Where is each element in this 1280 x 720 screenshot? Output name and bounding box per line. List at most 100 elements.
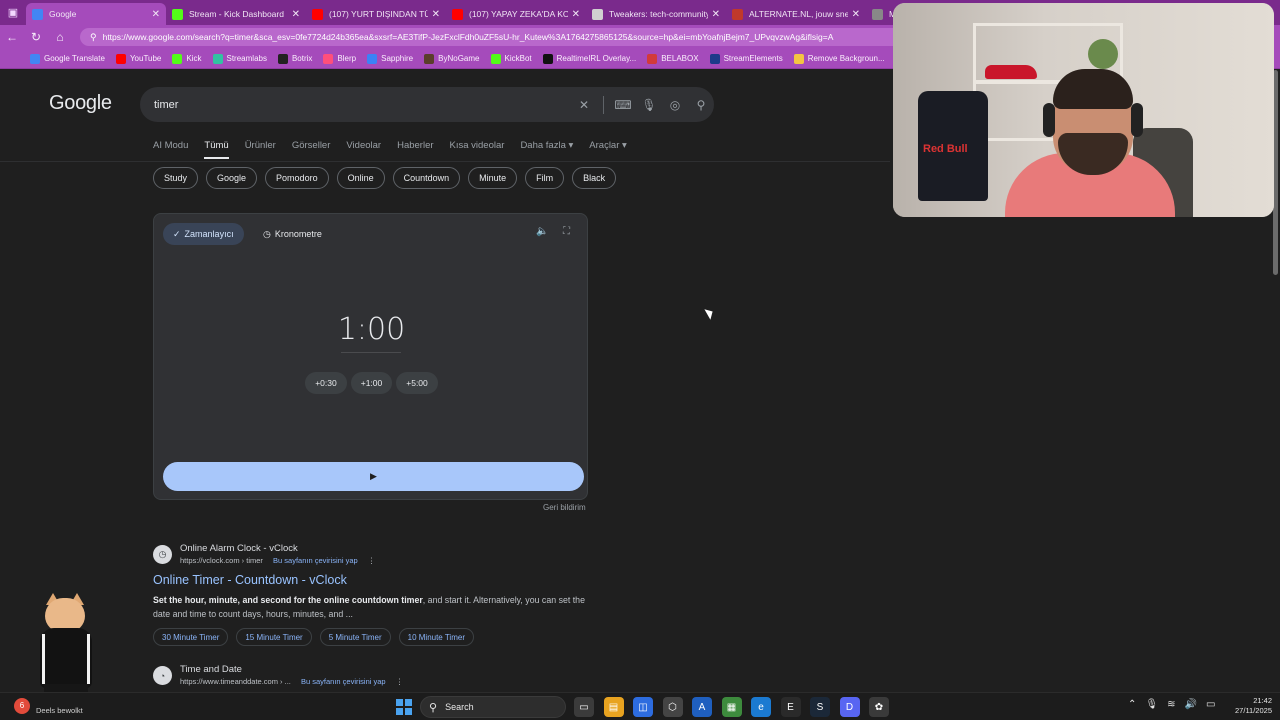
translate-link[interactable]: Bu sayfanın çevirisini yap xyxy=(301,677,386,686)
browser-tab[interactable]: (107) YURT DIŞINDAN TÜRK ✕ xyxy=(306,3,446,25)
url-field[interactable]: ⚲ https://www.google.com/search?q=timer&… xyxy=(80,28,920,46)
task-view-icon[interactable]: ▭ xyxy=(574,697,594,717)
minecraft-icon[interactable]: ▦ xyxy=(721,697,742,717)
google-logo[interactable]: Google xyxy=(49,92,112,115)
refine-chip[interactable]: Black xyxy=(572,167,617,189)
refine-chip[interactable]: Google xyxy=(206,167,258,189)
store-icon[interactable]: ◫ xyxy=(633,697,653,717)
start-icon[interactable] xyxy=(396,699,412,715)
refine-chip[interactable]: Pomodoro xyxy=(265,167,329,189)
result-url-text[interactable]: https://vclock.com › timer xyxy=(180,556,263,565)
volume-icon[interactable]: 🔊 xyxy=(1184,699,1196,710)
taskbar-clock[interactable]: 21:42 27/11/2025 xyxy=(1220,696,1272,716)
browser-tab[interactable]: (107) YAPAY ZEKA'DA KORK ✕ xyxy=(446,3,586,25)
search-icon[interactable]: ⚲ xyxy=(688,98,714,112)
translate-link[interactable]: Bu sayfanın çevirisini yap xyxy=(273,556,358,565)
tab-timer[interactable]: ✓ Zamanlayıcı xyxy=(163,223,244,245)
result-title[interactable]: Online Timer - Countdown - vClock xyxy=(153,573,347,587)
result-sublink[interactable]: 10 Minute Timer xyxy=(398,628,474,646)
keyboard-icon[interactable]: ⌨ xyxy=(610,98,636,112)
more-options-icon[interactable]: ⋮ xyxy=(368,556,376,565)
refine-chip[interactable]: Film xyxy=(525,167,565,189)
lens-icon[interactable]: ◎ xyxy=(662,98,688,112)
nav-tab[interactable]: Araçlar ▾ xyxy=(589,140,627,159)
clear-icon[interactable]: ✕ xyxy=(571,98,597,112)
weather-widget[interactable]: 6 Deels bewolkt xyxy=(14,696,83,715)
result-site-name[interactable]: Time and Date xyxy=(180,664,242,675)
tab-stopwatch[interactable]: ◷ Kronometre xyxy=(259,223,326,245)
taskbar-search[interactable]: ⚲ Search xyxy=(420,696,566,718)
close-icon[interactable]: ✕ xyxy=(852,9,860,20)
wifi-icon[interactable]: ≋ xyxy=(1167,699,1175,710)
refine-chip[interactable]: Countdown xyxy=(392,167,461,189)
bookmark-item[interactable]: Google Translate xyxy=(30,53,105,64)
close-icon[interactable]: ✕ xyxy=(292,9,300,20)
bookmark-item[interactable]: YouTube xyxy=(115,53,161,64)
bookmark-item[interactable]: RealtimeIRL Overlay... xyxy=(542,53,636,64)
tab-actions-icon[interactable]: ▣ xyxy=(0,0,26,25)
result-sublink[interactable]: 15 Minute Timer xyxy=(236,628,312,646)
battery-icon[interactable]: ▭ xyxy=(1206,699,1215,710)
edge-icon[interactable]: e xyxy=(751,697,771,717)
nav-tab[interactable]: Kısa videolar xyxy=(450,140,505,159)
nav-tab[interactable]: Görseller xyxy=(292,140,331,159)
result-url-text[interactable]: https://www.timeanddate.com › ... xyxy=(180,677,291,686)
nav-tab[interactable]: Videolar xyxy=(346,140,381,159)
browser-tab[interactable]: Stream - Kick Dashboard ✕ xyxy=(166,3,306,25)
bookmark-item[interactable]: Streamlabs xyxy=(212,53,267,64)
bookmark-item[interactable]: Kick xyxy=(172,53,202,64)
bookmark-item[interactable]: StreamElements xyxy=(709,53,783,64)
bookmark-item[interactable]: Blerp xyxy=(323,53,356,64)
microphone-icon[interactable]: 🎙 xyxy=(636,98,662,112)
result-sublink[interactable]: 5 Minute Timer xyxy=(319,628,391,646)
refine-chip[interactable]: Online xyxy=(336,167,385,189)
refresh-icon[interactable]: ↻ xyxy=(24,30,48,44)
file-explorer-icon[interactable]: ▤ xyxy=(603,697,624,717)
close-icon[interactable]: ✕ xyxy=(152,9,160,20)
add-time-button[interactable]: +1:00 xyxy=(350,372,393,394)
bookmark-item[interactable]: BELABOX xyxy=(647,53,699,64)
search-box[interactable]: timer ✕ ⌨ 🎙 ◎ ⚲ xyxy=(140,87,714,122)
steam-icon[interactable]: S xyxy=(810,697,830,717)
close-icon[interactable]: ✕ xyxy=(432,9,440,20)
bookmark-item[interactable]: Botrix xyxy=(277,53,312,64)
azure-icon[interactable]: A xyxy=(692,697,712,717)
start-button[interactable]: ▶ xyxy=(163,462,584,491)
close-icon[interactable]: ✕ xyxy=(712,9,720,20)
home-icon[interactable]: ⌂ xyxy=(48,30,72,44)
app-icon[interactable]: ✿ xyxy=(869,697,889,717)
nav-tab[interactable]: Ürünler xyxy=(245,140,276,159)
bookmark-favicon-icon xyxy=(542,53,553,64)
browser-tab[interactable]: Tweakers: tech-community, ✕ xyxy=(586,3,726,25)
nav-tab[interactable]: Tümü xyxy=(204,140,229,159)
volume-icon[interactable]: 🔈 xyxy=(536,226,548,237)
add-time-button[interactable]: +0:30 xyxy=(305,372,347,394)
timer-display[interactable]: 1:00 xyxy=(154,312,589,347)
search-input[interactable]: timer xyxy=(154,99,571,111)
fullscreen-icon[interactable]: ⛶ xyxy=(563,226,570,237)
back-icon[interactable]: ← xyxy=(0,30,24,44)
result-sublink[interactable]: 30 Minute Timer xyxy=(153,628,229,646)
bookmark-item[interactable]: ByNoGame xyxy=(424,53,480,64)
more-options-icon[interactable]: ⋮ xyxy=(396,677,404,686)
nav-tab[interactable]: Daha fazla ▾ xyxy=(520,140,573,159)
bookmark-item[interactable]: Sapphire xyxy=(367,53,413,64)
chevron-up-icon[interactable]: ⌃ xyxy=(1128,699,1136,710)
site-info-icon[interactable]: ⚲ xyxy=(90,32,97,43)
add-time-button[interactable]: +5:00 xyxy=(396,372,438,394)
close-icon[interactable]: ✕ xyxy=(572,9,580,20)
feedback-link[interactable]: Geri bildirim xyxy=(543,503,586,512)
browser-tab[interactable]: Google ✕ xyxy=(26,3,166,25)
app-icon[interactable]: ⬡ xyxy=(662,697,683,717)
nav-tab[interactable]: Haberler xyxy=(397,140,433,159)
discord-icon[interactable]: D xyxy=(839,697,860,717)
bookmark-item[interactable]: KickBot xyxy=(490,53,532,64)
refine-chip[interactable]: Minute xyxy=(468,167,518,189)
epic-games-icon[interactable]: E xyxy=(780,697,801,717)
microphone-icon[interactable]: 🎙 xyxy=(1145,699,1158,710)
refine-chip[interactable]: Study xyxy=(153,167,199,189)
browser-tab[interactable]: ALTERNATE.NL, jouw snelst ✕ xyxy=(726,3,866,25)
bookmark-item[interactable]: Remove Backgroun... xyxy=(793,53,885,64)
result-site-name[interactable]: Online Alarm Clock - vClock xyxy=(180,543,298,554)
nav-tab[interactable]: AI Modu xyxy=(153,140,188,159)
